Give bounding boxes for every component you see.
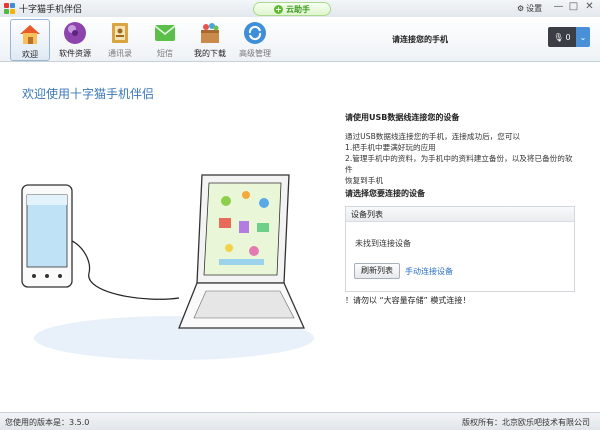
toolbar-advanced[interactable]: 高级管理 bbox=[235, 19, 275, 61]
version-text: 您使用的版本是：3.5.0 bbox=[5, 418, 90, 427]
gear-icon: ⚙ bbox=[517, 4, 525, 13]
window-title: 十字猫手机伴侣 bbox=[19, 5, 83, 15]
main-content: 欢迎使用十字猫手机伴侣 请使用USB数据线连接您的设备 通过USB数据线连接您的… bbox=[0, 63, 600, 412]
instruction-line: 通过USB数据线连接您的手机，连接成功后，您可以 bbox=[345, 132, 521, 141]
contacts-book-icon bbox=[107, 20, 133, 46]
mass-storage-warning: ！请勿以 “大容量存储” 模式连接！ bbox=[345, 296, 471, 305]
device-count: 0 bbox=[565, 32, 571, 42]
welcome-title: 欢迎使用十字猫手机伴侣 bbox=[22, 87, 155, 101]
instruction-line: 1.把手机中要满好玩的应用 bbox=[345, 143, 436, 152]
instructions-text: 通过USB数据线连接您的手机，连接成功后，您可以 1.把手机中要满好玩的应用 2… bbox=[345, 131, 575, 186]
cloud-plus-icon: + bbox=[274, 4, 283, 14]
toolbar-software[interactable]: 软件资源 bbox=[55, 19, 95, 61]
maximize-button[interactable]: □ bbox=[566, 1, 581, 14]
toolbar-contacts-label: 通讯录 bbox=[108, 49, 132, 58]
laptop-drawing bbox=[178, 174, 306, 329]
copyright-text: 版权所有：北京欧乐吧技术有限公司 bbox=[462, 418, 590, 427]
device-list-box: 设备列表 未找到连接设备 刷新列表 手动连接设备 bbox=[345, 206, 575, 292]
settings-label: 设置 bbox=[526, 4, 543, 13]
sms-envelope-icon bbox=[152, 20, 178, 46]
chevron-down-icon[interactable]: ⌄ bbox=[576, 27, 590, 47]
cloud-assistant-label: 云助手 bbox=[286, 4, 310, 14]
connect-phone-prompt: 请连接您的手机 bbox=[392, 35, 448, 44]
home-icon bbox=[17, 21, 43, 47]
toolbar-contacts[interactable]: 通讯录 bbox=[100, 19, 140, 61]
device-list-title: 设备列表 bbox=[346, 207, 574, 222]
device-selector[interactable]: 🎙 0 ⌄ bbox=[548, 27, 590, 47]
toolbar-welcome[interactable]: 欢迎 bbox=[10, 19, 50, 61]
manual-connect-link[interactable]: 手动连接设备 bbox=[405, 266, 453, 277]
instruction-line: 2.管理手机中的资料，为手机中的资料建立备份，以及将已备份的软件 bbox=[345, 154, 573, 174]
toolbar-sms-label: 短信 bbox=[157, 49, 173, 58]
no-device-message: 未找到连接设备 bbox=[355, 239, 411, 248]
main-toolbar: 欢迎 软件资源 通讯录 短信 我的下载 高级管理 请连接您的手机 🎙 0 ⌄ bbox=[0, 17, 600, 62]
minimize-button[interactable]: — bbox=[551, 1, 566, 14]
instruction-line: 恢复到手机 bbox=[345, 176, 383, 185]
connection-illustration bbox=[21, 174, 314, 360]
status-bar: 您使用的版本是：3.5.0 版权所有：北京欧乐吧技术有限公司 bbox=[0, 412, 600, 430]
app-logo-icon bbox=[4, 3, 15, 14]
download-box-icon bbox=[197, 20, 223, 46]
usb-connect-heading: 请使用USB数据线连接您的设备 bbox=[345, 113, 460, 122]
toolbar-welcome-label: 欢迎 bbox=[22, 50, 38, 59]
refresh-list-button[interactable]: 刷新列表 bbox=[354, 263, 400, 279]
advanced-manage-icon bbox=[242, 20, 268, 46]
microphone-icon: 🎙 bbox=[553, 32, 564, 42]
cloud-assistant-button[interactable]: + 云助手 bbox=[253, 2, 331, 16]
toolbar-downloads[interactable]: 我的下载 bbox=[190, 19, 230, 61]
toolbar-sms[interactable]: 短信 bbox=[145, 19, 185, 61]
close-button[interactable]: ✕ bbox=[582, 1, 597, 14]
select-device-heading: 请选择您要连接的设备 bbox=[345, 189, 425, 198]
device-count-display: 🎙 0 bbox=[548, 27, 576, 47]
settings-button[interactable]: ⚙ 设置 bbox=[513, 1, 546, 16]
software-orb-icon bbox=[62, 20, 88, 46]
toolbar-advanced-label: 高级管理 bbox=[239, 49, 271, 58]
phone-drawing bbox=[21, 184, 73, 288]
toolbar-software-label: 软件资源 bbox=[59, 49, 91, 58]
toolbar-downloads-label: 我的下载 bbox=[194, 49, 226, 58]
